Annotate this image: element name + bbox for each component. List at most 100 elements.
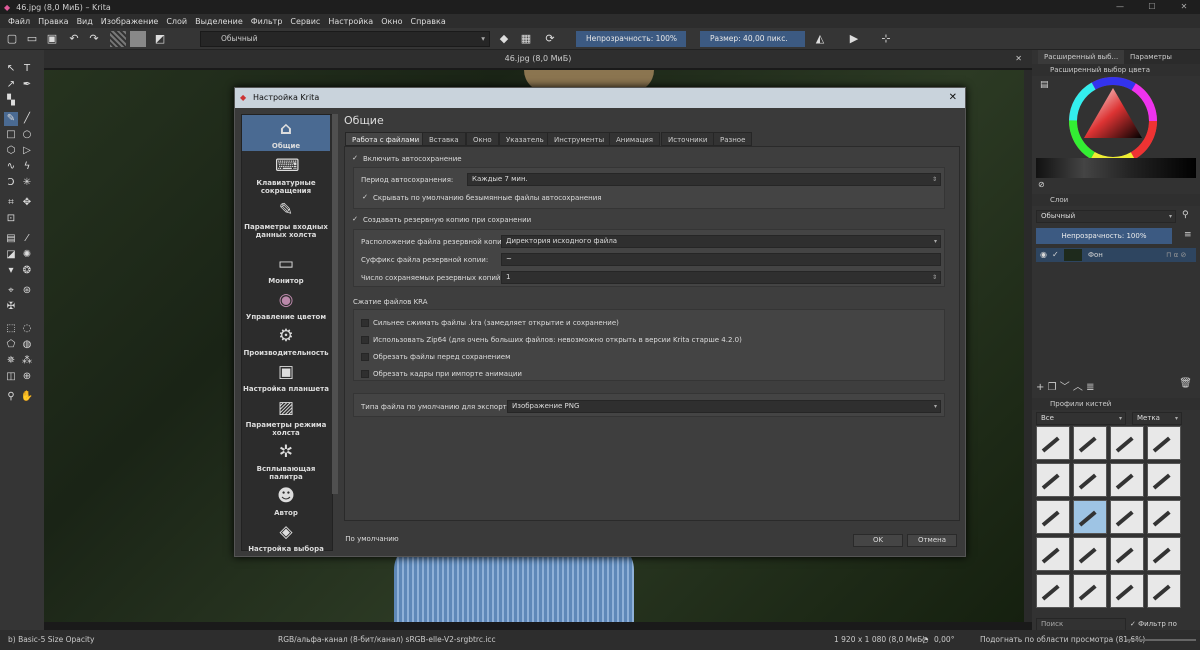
magnetic-select-icon[interactable]: ⊕ — [20, 370, 34, 384]
page-canvas-input[interactable]: ✎ Параметры входных данных холста — [242, 199, 330, 239]
rect-select-icon[interactable]: ⬚ — [4, 322, 18, 336]
freehand-brush-icon[interactable]: ✎ — [4, 112, 18, 126]
brush-preset-thumb[interactable] — [1110, 426, 1144, 460]
brush-preset-thumb[interactable] — [1036, 463, 1070, 497]
menu-settings[interactable]: Настройка — [328, 17, 373, 26]
menu-view[interactable]: Вид — [77, 17, 93, 26]
tab-advanced-color[interactable]: Расширенный выб... — [1038, 50, 1125, 64]
polygon-select-icon[interactable]: ⬠ — [4, 338, 18, 352]
brush-preset-thumb[interactable] — [1147, 500, 1181, 534]
multibrush-icon[interactable]: ✳ — [20, 176, 34, 190]
kra-compress-checkbox[interactable] — [361, 319, 369, 327]
menu-window[interactable]: Окно — [381, 17, 402, 26]
menu-edit[interactable]: Правка — [38, 17, 68, 26]
layers-opacity-slider[interactable]: Непрозрачность: 100% — [1036, 228, 1172, 244]
dialog-close-icon[interactable]: ✕ — [949, 88, 957, 108]
polygon-tool-icon[interactable]: ⬡ — [4, 144, 18, 158]
brush-preset-thumb[interactable] — [1036, 537, 1070, 571]
status-rotation[interactable]: 0,00° — [934, 630, 954, 650]
layer-properties-icon[interactable]: ≣ — [1086, 382, 1094, 393]
edit-shapes-icon[interactable]: ↗ — [4, 78, 18, 92]
document-tab[interactable]: 46.jpg (8,0 МиБ) ✕ — [44, 50, 1032, 68]
line-tool-icon[interactable]: ╱ — [20, 112, 34, 126]
undo-icon[interactable]: ↶ — [66, 31, 82, 47]
shade-strip[interactable] — [1036, 158, 1196, 178]
move-tool-icon[interactable]: ✥ — [20, 196, 34, 210]
brush-preset-thumb[interactable] — [1110, 537, 1144, 571]
brush-preset-thumb[interactable] — [1036, 426, 1070, 460]
layer-lock-icon[interactable]: ⊓ α ⊘ — [1166, 248, 1186, 262]
gradient-icon[interactable] — [110, 31, 126, 47]
pan-tool-icon[interactable]: ✋ — [20, 390, 34, 404]
color-wheel[interactable] — [1068, 76, 1158, 166]
close-icon[interactable]: ✕ — [1168, 0, 1200, 14]
zip64-checkbox[interactable] — [361, 336, 369, 344]
brush-preset-thumb[interactable] — [1036, 500, 1070, 534]
menu-select[interactable]: Выделение — [195, 17, 243, 26]
settings-icon[interactable]: ▤ — [1040, 80, 1049, 90]
zoom-tool-icon[interactable]: ⚲ — [4, 390, 18, 404]
freehand-path-icon[interactable]: ϟ — [20, 160, 34, 174]
layer-name[interactable]: Фон — [1088, 248, 1103, 262]
page-author[interactable]: ☻ Автор — [242, 485, 330, 517]
brush-preset-thumb[interactable] — [1073, 500, 1107, 534]
backup-count-spinbox[interactable]: 1 ⇕ — [501, 271, 941, 284]
brush-preset-thumb[interactable] — [1073, 537, 1107, 571]
colorize-mask-icon[interactable]: ✺ — [20, 248, 34, 262]
mirror-horizontal-icon[interactable]: ◭ — [812, 31, 828, 47]
layer-check-icon[interactable]: ✓ — [1052, 248, 1059, 262]
move-up-icon[interactable]: ︿ — [1073, 382, 1086, 393]
brush-preset-thumb[interactable] — [1073, 574, 1107, 608]
reference-icon[interactable]: ▚ — [4, 94, 18, 108]
zoom-slider[interactable] — [1126, 639, 1196, 641]
transform-tool-icon[interactable]: ⊡ — [4, 212, 18, 226]
menu-help[interactable]: Справка — [410, 17, 445, 26]
layers-menu-icon[interactable]: ≡ — [1184, 230, 1192, 240]
eraser-icon[interactable]: ◆ — [496, 31, 512, 47]
tab-tool-options[interactable]: Параметры инст... — [1124, 50, 1200, 75]
page-canvas-only[interactable]: ▨ Параметры режима холста — [242, 397, 330, 437]
duplicate-layer-icon[interactable]: ❐ — [1048, 382, 1060, 393]
brush-preset-thumb[interactable] — [1073, 463, 1107, 497]
brush-preset-thumb[interactable] — [1110, 500, 1144, 534]
bezier-select-icon[interactable]: ◫ — [4, 370, 18, 384]
contiguous-select-icon[interactable]: ✵ — [4, 354, 18, 368]
menu-filter[interactable]: Фильтр — [251, 17, 283, 26]
menu-tools[interactable]: Сервис — [290, 17, 320, 26]
visibility-icon[interactable]: ◉ — [1040, 248, 1047, 262]
freehand-select-icon[interactable]: ◍ — [20, 338, 34, 352]
text-tool-icon[interactable]: T — [20, 62, 34, 76]
brush-preset-thumb[interactable] — [1110, 574, 1144, 608]
menu-image[interactable]: Изображение — [101, 17, 159, 26]
color-picker-icon[interactable]: ⁄ — [20, 232, 34, 246]
bezier-tool-icon[interactable]: ∿ — [4, 160, 18, 174]
brush-preset-thumb[interactable] — [1147, 426, 1181, 460]
delete-layer-icon[interactable]: 🗑 — [1179, 378, 1192, 389]
status-zoom[interactable]: Подогнать по области просмотра (81,6%) — [980, 630, 1145, 650]
assistant-tool-icon[interactable]: ⌖ — [4, 284, 18, 298]
brush-preset-thumb[interactable] — [1147, 463, 1181, 497]
page-color-management[interactable]: ◉ Управление цветом — [242, 289, 330, 321]
minimize-icon[interactable]: — — [1104, 0, 1136, 14]
trim-files-checkbox[interactable] — [361, 353, 369, 361]
layer-row[interactable]: ◉ ✓ Фон ⊓ α ⊘ — [1036, 248, 1196, 262]
reset-icon[interactable]: ⊘ — [1038, 180, 1045, 189]
pattern-icon[interactable] — [130, 31, 146, 47]
swap-colors-icon[interactable]: ◩ — [152, 31, 168, 47]
tab-file-handling[interactable]: Работа с файлами — [345, 132, 427, 146]
layers-blend-select[interactable]: Обычный ▾ — [1036, 210, 1176, 223]
brush-preset-thumb[interactable] — [1073, 426, 1107, 460]
close-tab-icon[interactable]: ✕ — [1015, 50, 1022, 68]
filter-icon[interactable]: ⚲ — [1182, 210, 1189, 220]
page-color-selector[interactable]: ◈ Настройка выбора — [242, 521, 330, 553]
page-general[interactable]: ⌂ Общие — [242, 115, 330, 151]
cancel-button[interactable]: Отмена — [907, 534, 957, 547]
save-icon[interactable]: ▣ — [44, 31, 60, 47]
tab-misc[interactable]: Разное — [713, 132, 753, 146]
brush-preset-thumb[interactable] — [1110, 463, 1144, 497]
brush-tag-select[interactable]: Метка ▾ — [1132, 412, 1182, 425]
similar-select-icon[interactable]: ⁂ — [20, 354, 34, 368]
crop-tool-icon[interactable]: ⌗ — [4, 196, 18, 210]
brush-preset-thumb[interactable] — [1036, 574, 1070, 608]
tab-resources[interactable]: Источники — [661, 132, 715, 146]
